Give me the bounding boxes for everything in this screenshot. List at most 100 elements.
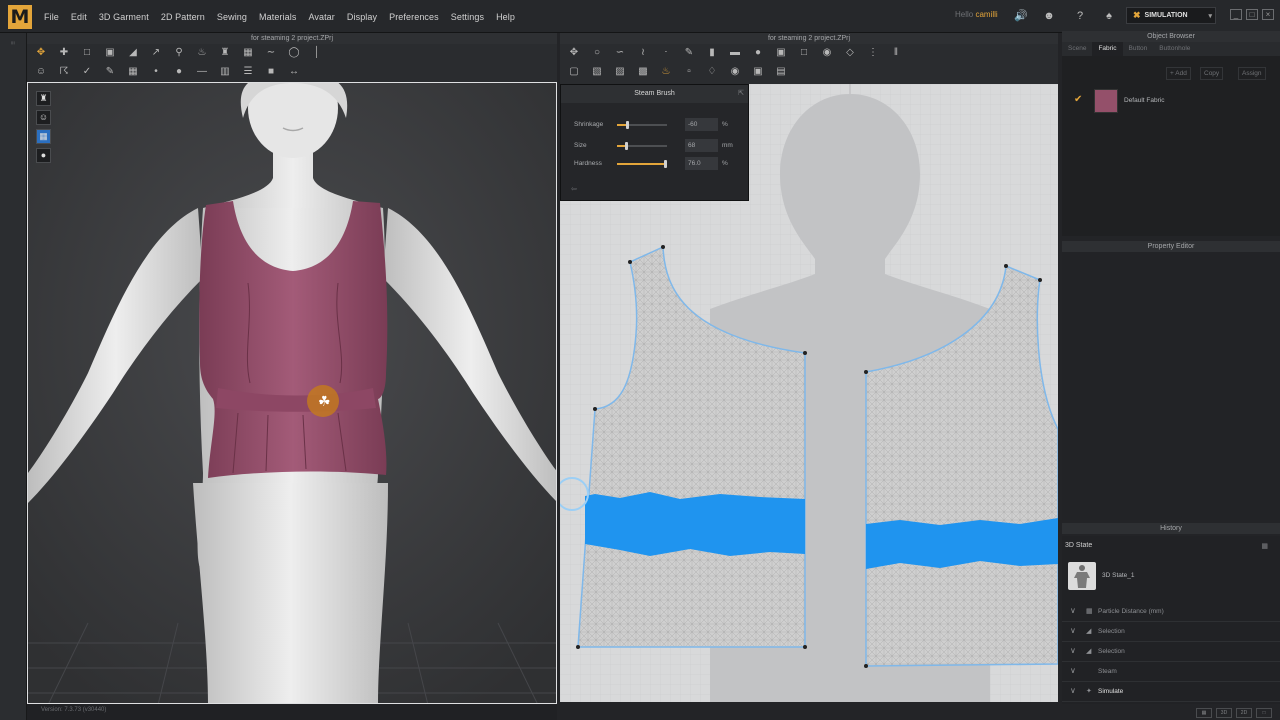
arrangement-icon[interactable]: ☈ — [56, 65, 72, 79]
history-item[interactable]: ∨ ◢ Selection — [1062, 622, 1280, 642]
menu-materials[interactable]: Materials — [259, 12, 296, 22]
topstitch-icon[interactable]: ▥ — [217, 65, 233, 79]
loop-icon[interactable]: ◯ — [286, 46, 302, 60]
menu-display[interactable]: Display — [347, 12, 377, 22]
size-knob[interactable] — [625, 142, 628, 150]
speaker-icon[interactable]: 🔊 — [1013, 8, 1029, 24]
layout-single-icon[interactable]: □ — [1256, 708, 1272, 718]
shrinkage-slider[interactable] — [617, 121, 667, 129]
menu-file[interactable]: File — [44, 12, 59, 22]
internal-rect-icon[interactable]: □ — [796, 46, 812, 60]
avatar-display-icon[interactable]: ☺ — [36, 110, 51, 125]
zipper-icon[interactable]: ☰ — [240, 65, 256, 79]
fabric-item[interactable]: ✔ Default Fabric — [1070, 88, 1270, 114]
menu-edit[interactable]: Edit — [71, 12, 87, 22]
history-item[interactable]: ∨ Steam — [1062, 662, 1280, 682]
tuck-icon[interactable]: ✓ — [79, 65, 95, 79]
save-state-icon[interactable]: ▦ — [1261, 542, 1268, 550]
tab-scene[interactable]: Scene — [1062, 42, 1092, 56]
box-select-icon[interactable]: □ — [79, 46, 95, 60]
ruler-icon[interactable]: │ — [309, 46, 325, 60]
pin-icon[interactable]: ⇱ — [738, 85, 744, 103]
history-item[interactable]: ∨ ◢ Selection — [1062, 642, 1280, 662]
hardness-input[interactable]: 76.0 — [685, 157, 718, 170]
rectangle-icon[interactable]: ▬ — [727, 46, 743, 60]
edit-curve-icon[interactable]: ∽ — [612, 46, 628, 60]
transform-icon[interactable]: ▣ — [102, 46, 118, 60]
pin-icon[interactable]: ⚲ — [171, 46, 187, 60]
layout-3d-icon[interactable]: 3D — [1216, 708, 1232, 718]
graphic-icon[interactable]: ♢ — [704, 65, 720, 79]
user-name[interactable]: camilli — [975, 10, 997, 19]
shrinkage-knob[interactable] — [626, 121, 629, 129]
steam-brush-icon[interactable]: ♨ — [658, 65, 674, 79]
select-mesh-icon[interactable]: ✚ — [56, 46, 72, 60]
annotation-icon[interactable]: ▣ — [750, 65, 766, 79]
edit-point-icon[interactable]: ○ — [589, 46, 605, 60]
state-thumbnail[interactable] — [1068, 562, 1096, 590]
segment-sewing-icon[interactable]: ▢ — [566, 65, 582, 79]
menu-preferences[interactable]: Preferences — [389, 12, 439, 22]
add-fabric-button[interactable]: + Add — [1166, 67, 1191, 80]
tab-fabric[interactable]: Fabric — [1092, 42, 1123, 56]
layout-split-icon[interactable]: ▦ — [1196, 708, 1212, 718]
internal-circle-icon[interactable]: ◉ — [819, 46, 835, 60]
maximize-button[interactable]: □ — [1246, 9, 1258, 20]
3d-viewport[interactable]: ☘ ♜ ☺ ▦ ● — [27, 82, 557, 704]
texture-icon[interactable]: ▦ — [125, 65, 141, 79]
fold-line-icon[interactable]: ‖ — [888, 46, 904, 60]
close-button[interactable]: × — [1262, 9, 1274, 20]
brush-icon[interactable]: ✎ — [102, 65, 118, 79]
button-tool-icon[interactable]: ◉ — [727, 65, 743, 79]
menu-settings[interactable]: Settings — [451, 12, 484, 22]
mode-selector[interactable]: ✖ SIMULATION ▾ — [1126, 7, 1216, 24]
shrinkage-input[interactable]: -60 — [685, 118, 718, 131]
transform-pattern-icon[interactable]: ✥ — [566, 46, 582, 60]
line-icon[interactable]: — — [194, 65, 210, 79]
menu-3d-garment[interactable]: 3D Garment — [99, 12, 149, 22]
measure-icon[interactable]: ▦ — [240, 46, 256, 60]
community-icon[interactable]: ♠ — [1101, 8, 1117, 24]
needle-icon[interactable]: ↗ — [148, 46, 164, 60]
steam-icon[interactable]: ♨ — [194, 46, 210, 60]
button-icon[interactable]: ● — [171, 65, 187, 79]
copy-fabric-button[interactable]: Copy — [1200, 67, 1224, 80]
assign-fabric-button[interactable]: Assign — [1238, 67, 1266, 80]
history-item-current[interactable]: ∨ ✦ Simulate — [1062, 682, 1280, 702]
avatar-skin-icon[interactable]: ● — [36, 148, 51, 163]
expand-icon[interactable]: ↔ — [286, 65, 302, 79]
avatar-pose-icon[interactable]: ☺ — [33, 65, 49, 79]
grain-icon[interactable]: ⋮ — [865, 46, 881, 60]
menu-2d-pattern[interactable]: 2D Pattern — [161, 12, 205, 22]
select-move-icon[interactable]: ✥ — [33, 46, 49, 60]
check-sewing-icon[interactable]: ▨ — [612, 65, 628, 79]
fold-icon[interactable]: ◢ — [125, 46, 141, 60]
tab-buttonhole[interactable]: Buttonhole — [1153, 42, 1196, 56]
pen-icon[interactable]: ✎ — [681, 46, 697, 60]
menu-sewing[interactable]: Sewing — [217, 12, 247, 22]
menu-help[interactable]: Help — [496, 12, 515, 22]
puckering-icon[interactable]: ■ — [263, 65, 279, 79]
internal-polygon-icon[interactable]: ▣ — [773, 46, 789, 60]
circle-icon[interactable]: ● — [750, 46, 766, 60]
library-strip[interactable]: ≡ — [0, 33, 27, 720]
add-point-icon[interactable]: ⋅ — [658, 46, 674, 60]
garment-icon[interactable]: ♜ — [217, 46, 233, 60]
size-input[interactable]: 68 — [685, 139, 718, 152]
size-slider[interactable] — [617, 142, 667, 150]
dart-icon[interactable]: ◇ — [842, 46, 858, 60]
edit-sewing-icon[interactable]: ▩ — [635, 65, 651, 79]
texture-display-icon[interactable]: ▦ — [36, 129, 51, 144]
back-arrow-icon[interactable]: ⇦ — [571, 185, 577, 193]
tape-icon[interactable]: ∼ — [263, 46, 279, 60]
hardness-slider[interactable] — [617, 160, 667, 168]
user-icon[interactable]: ☻ — [1041, 8, 1057, 24]
layout-2d-icon[interactable]: 2D — [1236, 708, 1252, 718]
measure-2d-icon[interactable]: ▤ — [773, 65, 789, 79]
hardness-knob[interactable] — [663, 160, 667, 168]
help-icon[interactable]: ? — [1072, 8, 1088, 24]
garment-display-icon[interactable]: ♜ — [36, 91, 51, 106]
minimize-button[interactable]: _ — [1230, 9, 1242, 20]
polygon-icon[interactable]: ▮ — [704, 46, 720, 60]
curve-point-icon[interactable]: ≀ — [635, 46, 651, 60]
